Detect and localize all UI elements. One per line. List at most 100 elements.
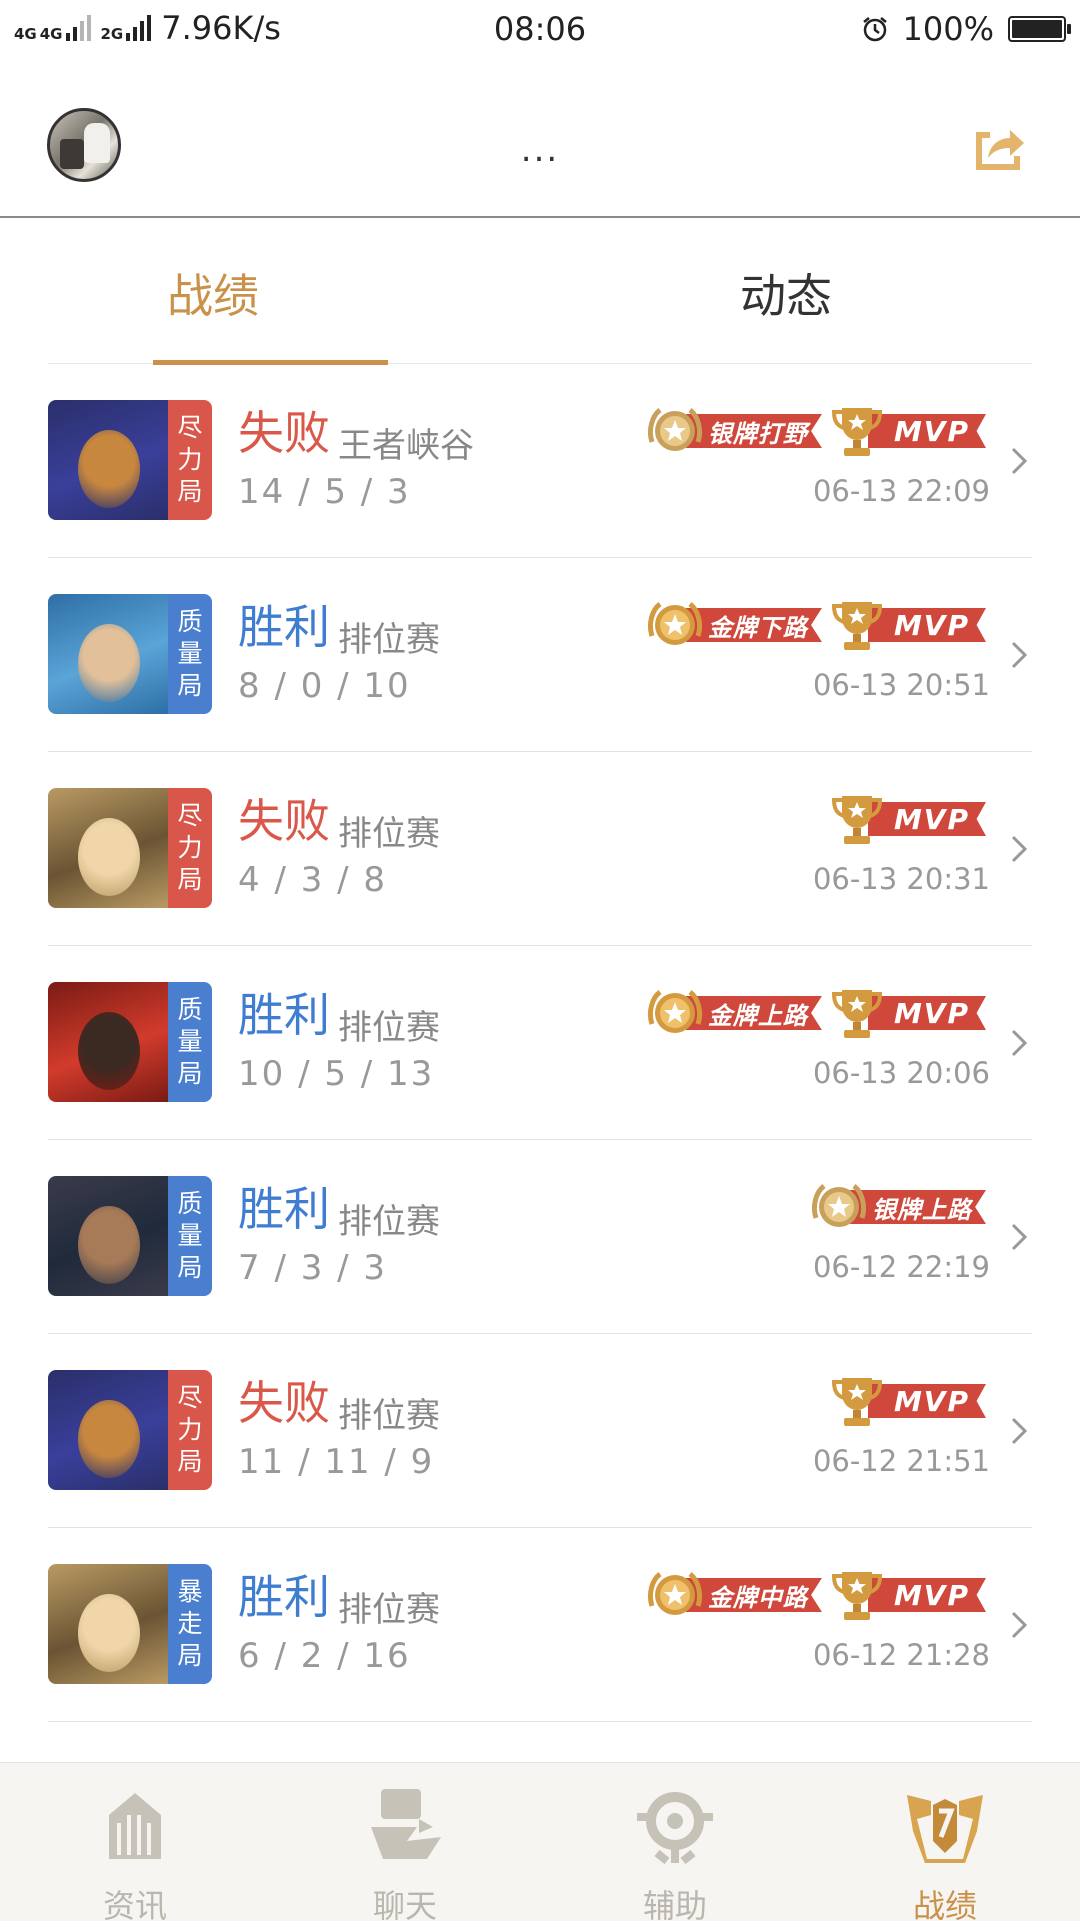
- alarm-icon: [862, 17, 887, 42]
- tab-record[interactable]: 战绩: [48, 260, 378, 326]
- app-header: ...: [0, 58, 1080, 218]
- medal-label: 银牌上路: [850, 1190, 986, 1224]
- chevron-right-icon: [1011, 641, 1028, 669]
- hero-portrait: [48, 982, 168, 1102]
- nav-item-assist[interactable]: 辅助: [540, 1775, 810, 1925]
- match-quality-tag: 尽力局: [168, 1370, 212, 1490]
- match-row[interactable]: 质量局胜利 排位赛 8 / 0 / 10 金牌下路 MVP 06-13 20:51: [48, 558, 1032, 752]
- hero-thumbnail: 质量局: [48, 1176, 212, 1296]
- badge-group: MVP: [828, 1370, 986, 1432]
- mvp-badge: MVP: [828, 402, 986, 460]
- game-mode: 排位赛: [338, 1202, 440, 1242]
- match-quality-tag: 尽力局: [168, 788, 212, 908]
- match-quality-tag: 质量局: [168, 982, 212, 1102]
- match-row[interactable]: 质量局胜利 排位赛 7 / 3 / 3 银牌上路 06-12 22:19: [48, 1140, 1032, 1334]
- match-quality-tag: 暴走局: [168, 1564, 212, 1684]
- match-result: 胜利: [238, 1570, 330, 1624]
- badge-group: 金牌下路 MVP: [646, 594, 986, 656]
- match-row[interactable]: 质量局胜利 排位赛 10 / 5 / 13 金牌上路 MVP 06-13 20:06: [48, 946, 1032, 1140]
- page-title: ...: [520, 130, 560, 170]
- mvp-badge: MVP: [828, 790, 986, 848]
- match-time: 06-12 22:19: [812, 1250, 990, 1284]
- nav-item-chat[interactable]: 聊天: [270, 1775, 540, 1925]
- nav-label-assist: 辅助: [642, 1887, 707, 1925]
- kda: 10 / 5 / 13: [238, 1054, 435, 1094]
- tab-feed[interactable]: 动态: [540, 260, 1032, 326]
- match-time: 06-13 20:06: [812, 1056, 990, 1090]
- game-mode: 排位赛: [338, 1008, 440, 1048]
- status-bar: 4G 4G 2G 7.96K/s 08:06 100%: [0, 0, 1080, 58]
- position-medal-badge: 银牌打野: [646, 402, 822, 460]
- game-mode: 排位赛: [338, 814, 440, 854]
- badge-group: 金牌上路 MVP: [646, 982, 986, 1044]
- match-result: 失败: [238, 406, 330, 460]
- assist-icon: [637, 1792, 713, 1865]
- battery-percent: 100%: [902, 10, 994, 48]
- match-time: 06-12 21:51: [812, 1444, 990, 1478]
- chevron-right-icon: [1011, 1417, 1028, 1445]
- position-medal-badge: 银牌上路: [810, 1178, 986, 1236]
- record-icon: [907, 1795, 983, 1863]
- chevron-right-icon: [1011, 1611, 1028, 1639]
- match-row[interactable]: 尽力局失败 排位赛 11 / 11 / 9 MVP 06-12 21:51: [48, 1334, 1032, 1528]
- hero-portrait: [48, 1176, 168, 1296]
- mvp-badge: MVP: [828, 1372, 986, 1430]
- match-time: 06-12 21:28: [812, 1638, 990, 1672]
- match-row[interactable]: 暴走局胜利 排位赛 6 / 2 / 16 金牌中路 MVP 06-12 21:28: [48, 1528, 1032, 1722]
- nav-item-news[interactable]: 资讯: [0, 1775, 270, 1925]
- match-row[interactable]: 尽力局失败 排位赛 4 / 3 / 8 MVP 06-13 20:31: [48, 752, 1032, 946]
- hero-portrait: [48, 594, 168, 714]
- position-medal-badge: 金牌中路: [646, 1566, 822, 1624]
- mvp-badge: MVP: [828, 596, 986, 654]
- chevron-right-icon: [1011, 835, 1028, 863]
- hero-thumbnail: 暴走局: [48, 1564, 212, 1684]
- match-time: 06-13 20:51: [812, 668, 990, 702]
- battery-icon: [1008, 16, 1071, 42]
- match-result: 失败: [238, 794, 330, 848]
- match-result: 胜利: [238, 600, 330, 654]
- badge-group: MVP: [828, 788, 986, 850]
- game-mode: 排位赛: [338, 620, 440, 660]
- chevron-right-icon: [1011, 1029, 1028, 1057]
- chat-icon: [371, 1789, 441, 1859]
- mvp-badge: MVP: [828, 1566, 986, 1624]
- match-result: 胜利: [238, 1182, 330, 1236]
- bottom-nav: 资讯 聊天 辅助 战绩: [0, 1762, 1080, 1925]
- chevron-right-icon: [1011, 447, 1028, 475]
- match-result: 失败: [238, 1376, 330, 1430]
- nav-label-news: 资讯: [102, 1887, 167, 1925]
- status-right: 100%: [861, 10, 1071, 48]
- kda: 6 / 2 / 16: [238, 1636, 411, 1676]
- match-time: 06-13 20:31: [812, 862, 990, 896]
- hero-thumbnail: 尽力局: [48, 1370, 212, 1490]
- medal-label: 金牌中路: [685, 1578, 822, 1612]
- kda: 8 / 0 / 10: [238, 666, 411, 706]
- nav-item-record[interactable]: 战绩: [810, 1775, 1080, 1925]
- hero-thumbnail: 尽力局: [48, 788, 212, 908]
- kda: 4 / 3 / 8: [238, 860, 388, 900]
- medal-label: 银牌打野: [685, 414, 822, 448]
- nav-label-chat: 聊天: [372, 1887, 437, 1925]
- game-mode: 王者峡谷: [338, 426, 474, 466]
- kda: 11 / 11 / 9: [238, 1442, 435, 1482]
- chevron-right-icon: [1011, 1223, 1028, 1251]
- tab-bar: 战绩 动态: [48, 220, 1032, 365]
- game-mode: 排位赛: [338, 1590, 440, 1630]
- mvp-badge: MVP: [828, 984, 986, 1042]
- match-quality-tag: 尽力局: [168, 400, 212, 520]
- match-list: 尽力局失败 王者峡谷 14 / 5 / 3 银牌打野 MVP 06-13 22:09 质量局…: [48, 364, 1032, 1722]
- medal-label: 金牌上路: [685, 996, 822, 1030]
- match-quality-tag: 质量局: [168, 1176, 212, 1296]
- hero-thumbnail: 尽力局: [48, 400, 212, 520]
- match-row[interactable]: 尽力局失败 王者峡谷 14 / 5 / 3 银牌打野 MVP 06-13 22:09: [48, 364, 1032, 558]
- hero-portrait: [48, 1564, 168, 1684]
- match-time: 06-13 22:09: [812, 474, 990, 508]
- game-mode: 排位赛: [338, 1396, 440, 1436]
- nav-label-record: 战绩: [912, 1887, 977, 1925]
- share-icon[interactable]: [970, 118, 1028, 176]
- hero-thumbnail: 质量局: [48, 594, 212, 714]
- hero-portrait: [48, 1370, 168, 1490]
- hero-thumbnail: 质量局: [48, 982, 212, 1102]
- match-result: 胜利: [238, 988, 330, 1042]
- medal-label: 金牌下路: [685, 608, 822, 642]
